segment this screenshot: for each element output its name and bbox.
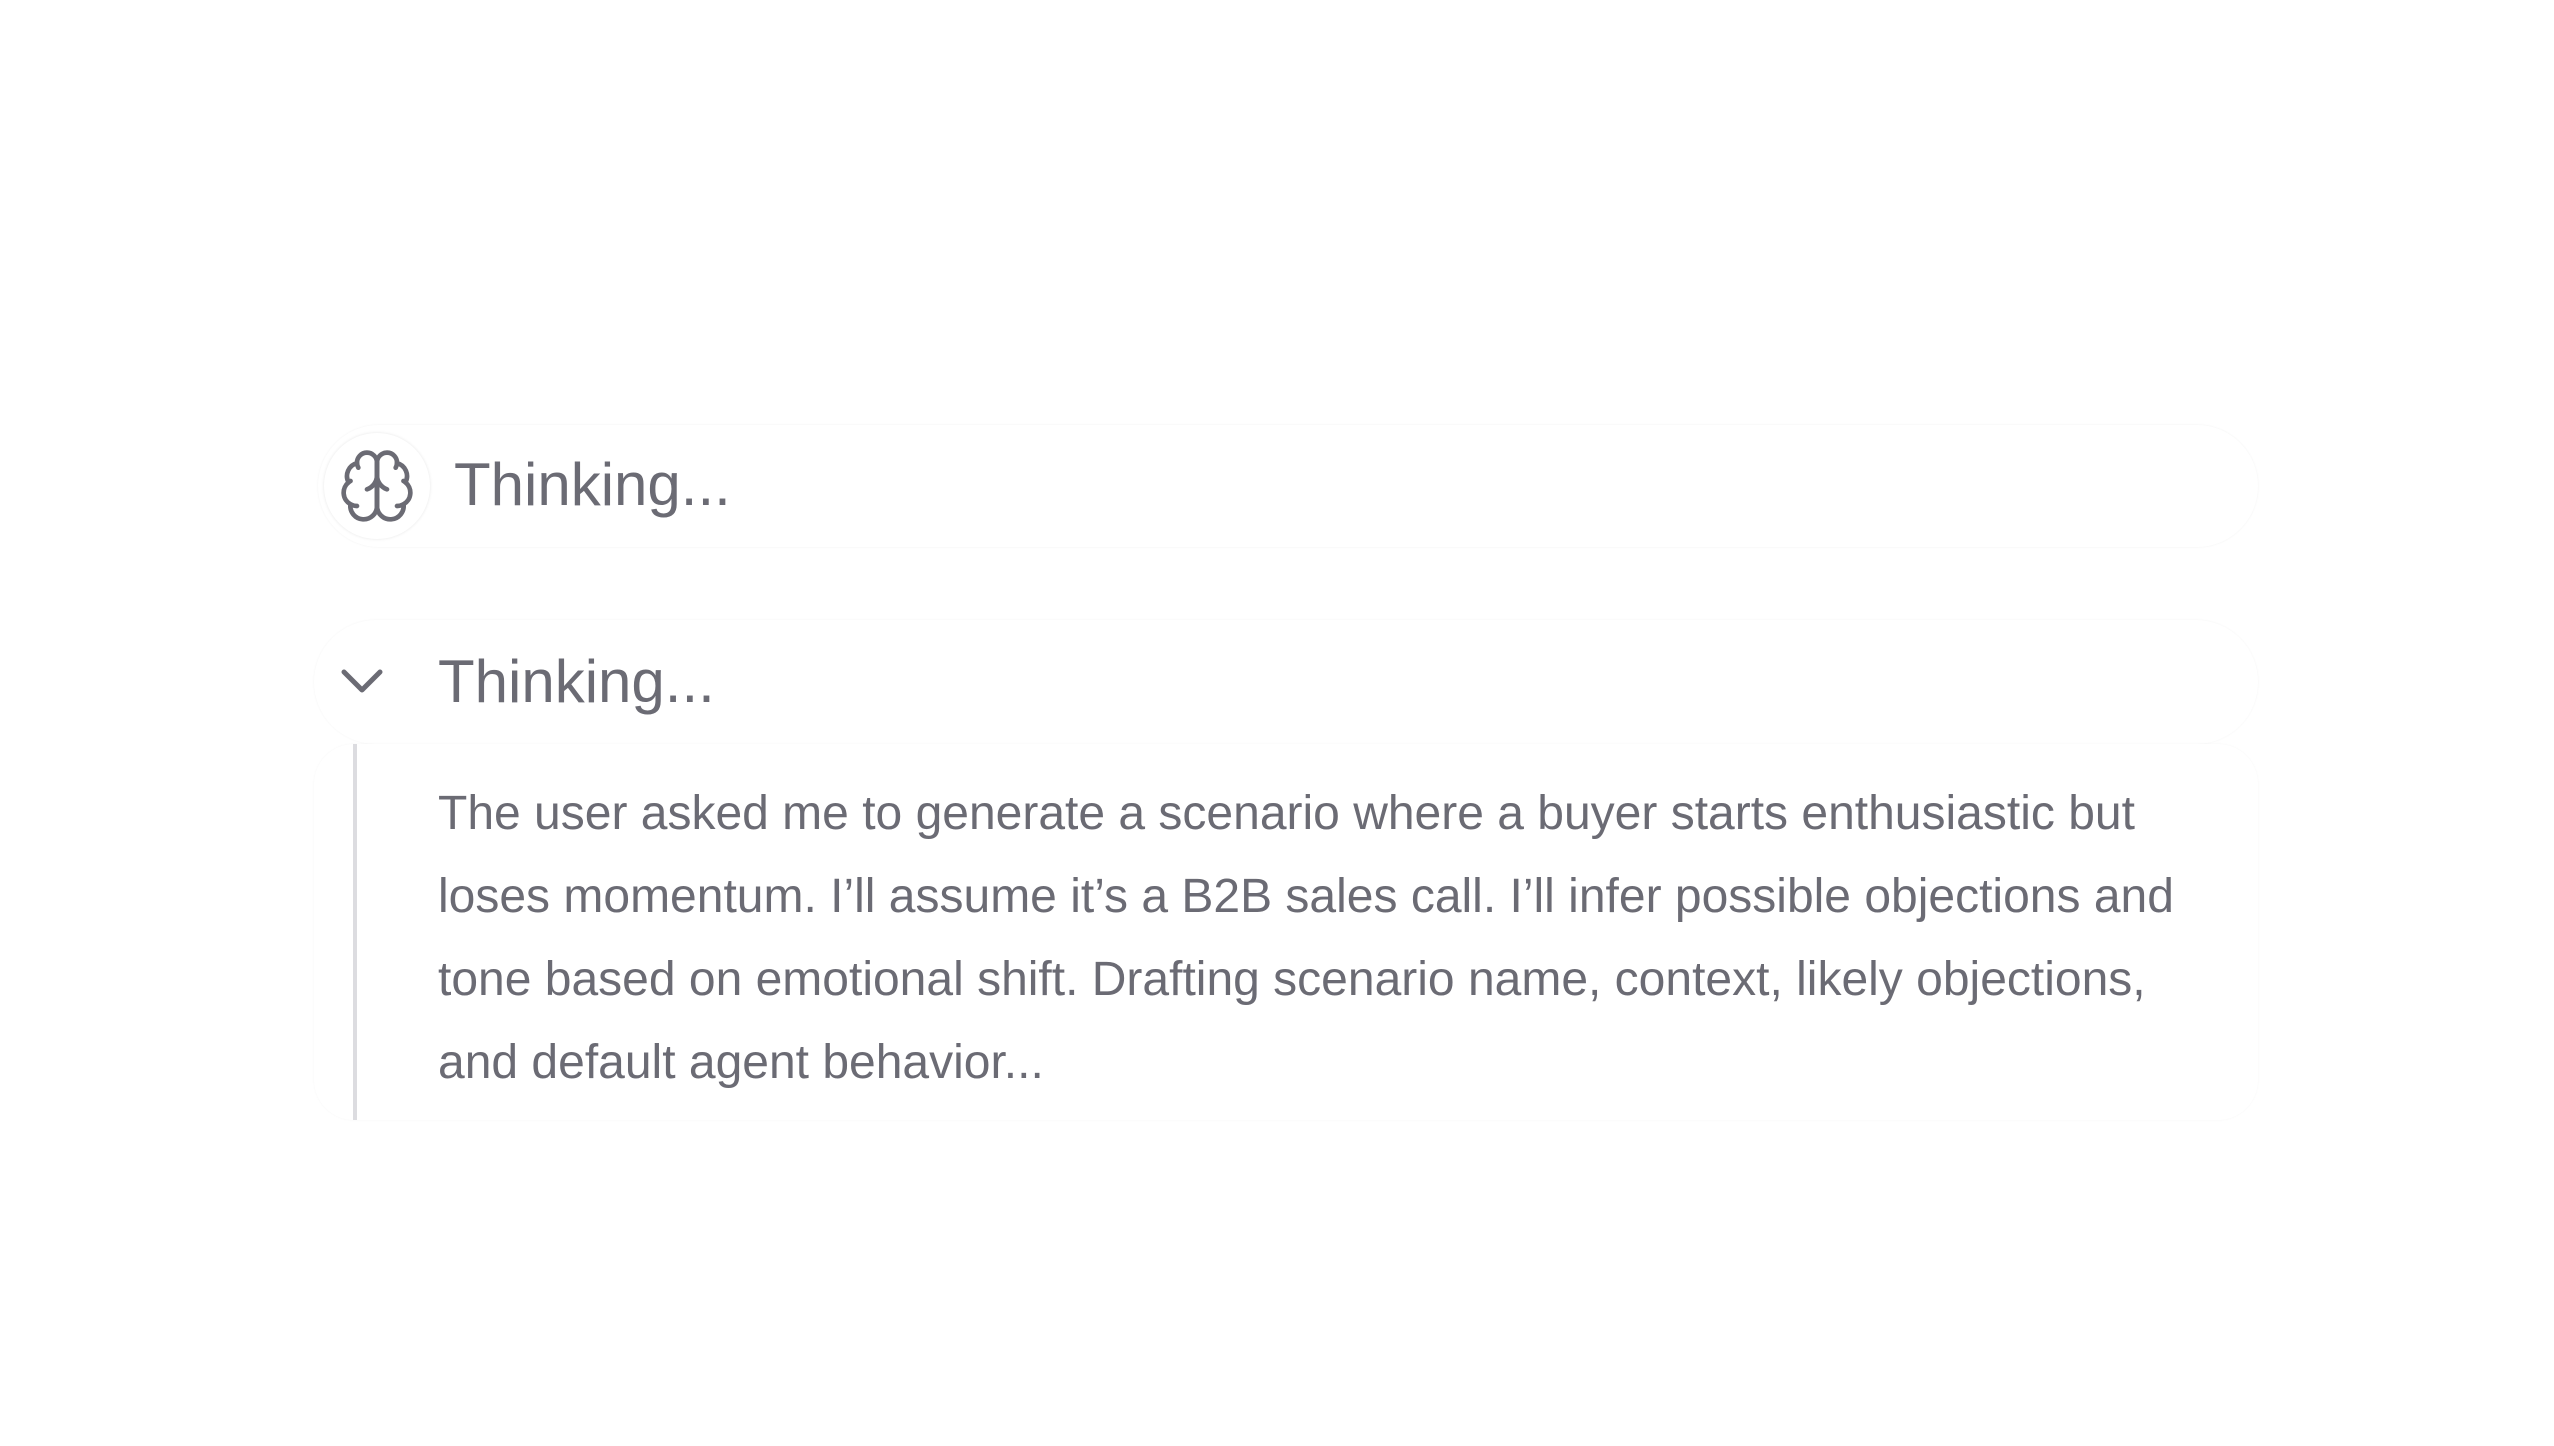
thinking-content-panel: The user asked me to generate a scenario… [314,744,2258,1120]
thread-divider [353,744,357,1120]
thinking-content-text: The user asked me to generate a scenario… [438,787,2174,1089]
thinking-expanded-label: Thinking... [438,648,715,715]
chevron-down-icon[interactable] [332,658,392,706]
brain-icon [324,433,430,539]
thinking-collapsed-block[interactable]: Thinking... [318,425,2258,547]
thinking-expanded-header[interactable]: Thinking... [314,620,2258,744]
thinking-collapsed-label: Thinking... [454,451,731,518]
